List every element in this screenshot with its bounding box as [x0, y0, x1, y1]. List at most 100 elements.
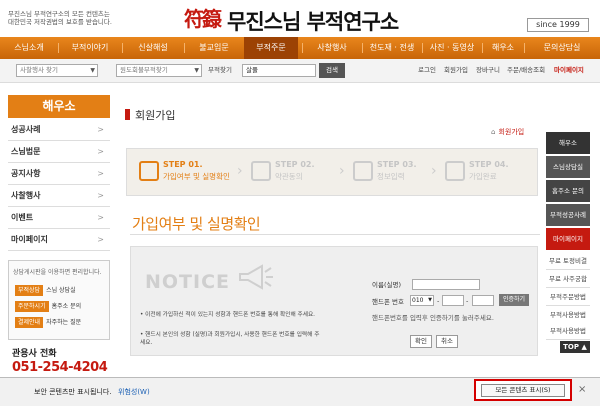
search-label: 부적찾기: [208, 66, 232, 74]
cart-link[interactable]: 장바구니: [476, 64, 500, 77]
right-link-tojeong[interactable]: 무료 토정비결: [546, 252, 590, 270]
step-number: STEP 01.: [163, 160, 203, 169]
temple-event-select[interactable]: 사찰행사 찾기 ▼: [16, 64, 98, 77]
scroll-top-button[interactable]: TOP ▲: [560, 341, 590, 353]
nav-item-order[interactable]: 부적주문: [244, 37, 298, 59]
talisman-select-value: 원도회불부적찾기: [120, 66, 168, 74]
phone-prefix-select[interactable]: 010 ▼: [410, 295, 434, 306]
consult-tag: 부적상담: [15, 285, 44, 296]
info-bar-message: 보안 콘텐츠만 표시됩니다.: [34, 388, 112, 396]
consult-row[interactable]: 부적상담 스님 상담실: [15, 285, 76, 296]
complete-icon: [445, 161, 465, 181]
step-label: 정보입력: [377, 172, 405, 181]
call-label: 관용사 전화: [12, 349, 57, 359]
chevron-down-icon: ▼: [194, 67, 199, 74]
step-arrow-icon: ›: [431, 163, 437, 179]
copyright-notice: 무진스님 부적연구소의 모든 컨텐츠는 대한민국 저작권법의 보호를 받습니다.: [8, 10, 136, 26]
sidebar-item-sermon[interactable]: 스님법문 >: [8, 141, 110, 163]
nav-item-monk-intro[interactable]: 스님소개: [4, 37, 54, 59]
consult-tag: 주문하시기: [15, 301, 49, 312]
phone-prefix-value: 010: [412, 297, 424, 304]
step-label: 가입완료: [469, 172, 497, 181]
right-link-order-method[interactable]: 부적주문방법: [546, 288, 590, 306]
nav-item-memorial[interactable]: 천도재 · 전생: [364, 37, 420, 59]
show-all-content-button[interactable]: 모든 콘텐츠 표시(S): [481, 384, 565, 397]
info-text-1-body: 이전에 가입하신 적이 있는지 성함과 핸드폰 번호를 통해 확인해 주세요.: [145, 312, 315, 318]
page-title-text: 회원가입: [135, 109, 176, 122]
site-logo[interactable]: 符籙 무진스님 부적연구소: [183, 4, 443, 34]
right-link-saju[interactable]: 무료 사주궁합: [546, 270, 590, 288]
sidebar-item-label: 마이페이지: [11, 235, 48, 244]
right-link-usage-2[interactable]: 부적사용방법: [546, 322, 590, 340]
person-icon: [139, 161, 159, 181]
call-number: 051-254-4204: [12, 360, 108, 375]
step-3: › STEP 03. 정보입력: [339, 149, 441, 197]
right-item-mypage[interactable]: 마이페이지: [546, 228, 590, 250]
chevron-right-icon: >: [97, 191, 104, 200]
chevron-right-icon: >: [97, 235, 104, 244]
right-item-haeuso[interactable]: 해우소: [546, 132, 590, 154]
since-badge: since 1999: [527, 18, 589, 32]
step-1: STEP 01. 가입여부 및 실명확인: [139, 149, 249, 197]
search-bar: 사찰행사 찾기 ▼ 원도회불부적찾기 ▼ 부적찾기 살풀 검색 로그인 회원가입 장…: [0, 59, 600, 83]
consult-tag: 결제안내: [15, 317, 44, 328]
sidebar-item-events[interactable]: 사찰행사 >: [8, 185, 110, 207]
confirm-button[interactable]: 확인: [410, 335, 432, 348]
nav-item-temple-events[interactable]: 사찰행사: [306, 37, 358, 59]
signup-link[interactable]: 회원가입: [444, 64, 468, 77]
nav-item-buddhism[interactable]: 불교입문: [188, 37, 240, 59]
nav-item-sinsal[interactable]: 신살해설: [126, 37, 180, 59]
sidebar-item-event[interactable]: 이벤트 >: [8, 207, 110, 229]
sidebar-item-mypage[interactable]: 마이페이지 >: [8, 229, 110, 251]
name-field[interactable]: [412, 279, 480, 290]
order-lookup-link[interactable]: 주문/배송조회: [507, 64, 545, 77]
consult-row-text: 홈주소 문의: [51, 303, 82, 310]
sidebar-item-success[interactable]: 성공사례 >: [8, 119, 110, 141]
risk-link[interactable]: 위험성(W): [118, 387, 150, 397]
title-marker: [125, 109, 130, 120]
temple-event-select-value: 사찰행사 찾기: [20, 66, 58, 74]
consult-row[interactable]: 결제안내 자주하는 질문: [15, 317, 81, 328]
right-item-consult[interactable]: 스님상담실: [546, 156, 590, 178]
auth-button[interactable]: 인증하기: [499, 294, 529, 306]
step-number: STEP 02.: [275, 160, 315, 169]
login-link[interactable]: 로그인: [418, 64, 436, 77]
show-all-highlight: 모든 콘텐츠 표시(S): [474, 379, 572, 401]
nav-item-media[interactable]: 사진 · 동영상: [424, 37, 480, 59]
chevron-right-icon: >: [97, 169, 104, 178]
step-2: › STEP 02. 약관동의: [237, 149, 351, 197]
talisman-select[interactable]: 원도회불부적찾기 ▼: [116, 64, 202, 77]
divider: [130, 234, 540, 235]
right-item-success[interactable]: 부적성공사례: [546, 204, 590, 226]
phone-dash: -: [437, 297, 440, 305]
notice-line-2: 대한민국 저작권법의 보호를 받습니다.: [8, 18, 112, 26]
section-title: 가입여부 및 실명확인: [132, 215, 261, 233]
checklist-icon: [251, 161, 271, 181]
search-button[interactable]: 검색: [319, 63, 345, 78]
consult-row-text: 스님 상담실: [46, 287, 76, 294]
step-label: 가입여부 및 실명확인: [163, 172, 230, 181]
breadcrumb: ⌂ 회원가입: [491, 127, 524, 137]
nav-item-talisman-story[interactable]: 부적이야기: [62, 37, 118, 59]
sidebar-item-label: 성공사례: [11, 125, 41, 134]
home-icon[interactable]: ⌂: [491, 128, 495, 136]
phone-last-field[interactable]: [472, 295, 494, 306]
nav-item-consult[interactable]: 문의상담실: [528, 37, 596, 59]
consult-row[interactable]: 주문하시기 홈주소 문의: [15, 301, 81, 312]
cancel-button[interactable]: 취소: [436, 335, 458, 348]
phone-middle-field[interactable]: [442, 295, 464, 306]
chevron-right-icon: >: [97, 147, 104, 156]
sidebar-item-label: 이벤트: [11, 213, 34, 222]
close-icon[interactable]: ×: [578, 384, 586, 395]
consult-row-text: 자주하는 질문: [46, 319, 82, 326]
sidebar-item-notice[interactable]: 공지사항 >: [8, 163, 110, 185]
right-item-inquiry[interactable]: 홈주소 문의: [546, 180, 590, 202]
notice-heading: NOTICE: [145, 271, 231, 293]
step-label: 약관동의: [275, 172, 303, 181]
search-input[interactable]: 살풀: [242, 64, 316, 77]
consult-box: 상담게시판을 이용하면 편리합니다. 부적상담 스님 상담실 주문하시기 홈주소 문…: [8, 260, 110, 340]
name-label: 이름(실명): [372, 281, 401, 289]
nav-item-haeuso[interactable]: 해우소: [484, 37, 522, 59]
megaphone-icon: [239, 264, 273, 290]
mypage-link[interactable]: 마이페이지: [554, 64, 584, 77]
